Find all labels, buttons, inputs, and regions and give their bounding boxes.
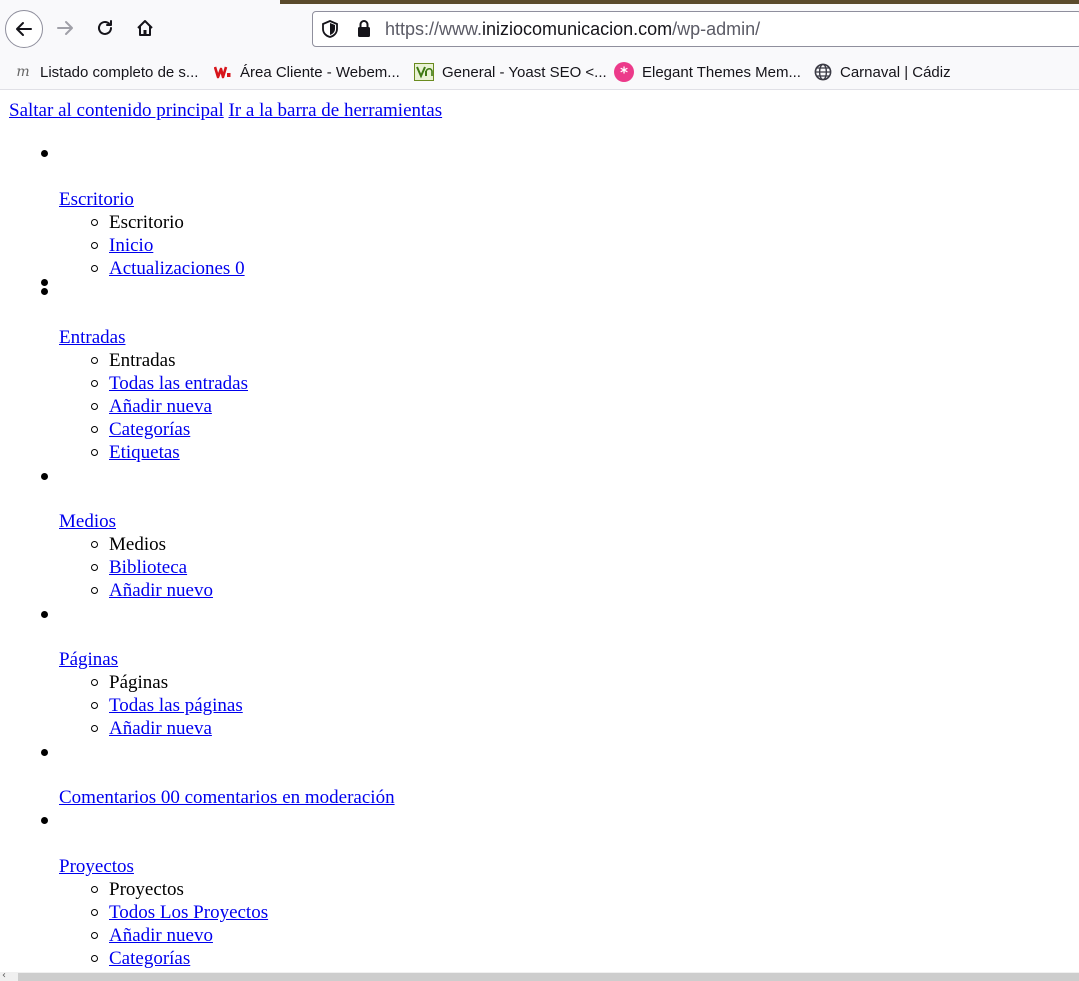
bookmark-label: Listado completo de s...	[40, 63, 199, 81]
submenu-link[interactable]: Categorías	[109, 948, 190, 970]
menu-bullet	[41, 288, 48, 295]
submenu-header: Escritorio	[109, 212, 184, 233]
submenu-link[interactable]: Todos Los Proyectos	[109, 902, 268, 924]
submenu-bullet	[91, 265, 98, 272]
submenu-link[interactable]: Añadir nuevo	[109, 580, 213, 602]
menu-bullet	[41, 150, 48, 157]
svg-text:*: *	[620, 64, 628, 82]
submenu-bullet	[91, 426, 98, 433]
m-script-icon: m	[16, 64, 30, 80]
submenu-header: Entradas	[109, 350, 176, 371]
submenu-bullet	[91, 725, 98, 732]
menu-item-proyectos[interactable]: Proyectos	[59, 856, 134, 878]
bookmark-item[interactable]: Área Cliente - Webem...	[214, 58, 400, 86]
submenu-link[interactable]: Todas las entradas	[109, 373, 248, 395]
submenu-bullet	[91, 357, 98, 364]
scrollbar-thumb[interactable]	[18, 973, 1079, 981]
horizontal-scrollbar[interactable]: ‹	[0, 970, 1079, 981]
reload-button[interactable]	[86, 9, 124, 47]
submenu-header: Páginas	[109, 672, 169, 693]
bookmark-label: Área Cliente - Webem...	[240, 63, 400, 81]
window-top-stripe	[280, 0, 1079, 4]
submenu-link[interactable]: Añadir nueva	[109, 396, 212, 418]
menu-item-comentarios[interactable]: Comentarios 00 comentarios en moderación	[59, 787, 395, 809]
submenu-bullet	[91, 219, 98, 226]
submenu-link[interactable]: Etiquetas	[109, 442, 180, 464]
home-button[interactable]	[126, 9, 164, 47]
submenu-bullet	[91, 380, 98, 387]
url-text[interactable]: https://www.iniziocomunicacion.com/wp-ad…	[385, 19, 760, 39]
browser-toolbar: https://www.iniziocomunicacion.com/wp-ad…	[0, 0, 1079, 90]
bookmark-item[interactable]: General - Yoast SEO <...	[414, 58, 607, 86]
forward-button[interactable]	[46, 9, 84, 47]
menu-bullet	[41, 611, 48, 618]
submenu-bullet	[91, 449, 98, 456]
submenu-bullet	[91, 679, 98, 686]
submenu-bullet	[91, 909, 98, 916]
reload-icon	[98, 20, 112, 35]
submenu-bullet	[91, 541, 98, 548]
arrow-right-icon	[57, 21, 73, 35]
menu-bullet	[41, 473, 48, 480]
submenu-header: Medios	[109, 534, 166, 555]
url-prefix: https://www.	[385, 19, 483, 39]
bookmark-item[interactable]: Carnaval | Cádiz	[814, 58, 951, 86]
back-button[interactable]	[5, 10, 43, 48]
menu-item-entradas[interactable]: Entradas	[59, 327, 125, 349]
bookmarks-toolbar: m Listado completo de s... Área Cliente …	[0, 58, 1079, 86]
submenu-link[interactable]: Añadir nueva	[109, 718, 212, 740]
submenu-link[interactable]: Todas las páginas	[109, 695, 243, 717]
submenu-link[interactable]: Categorías	[109, 419, 190, 441]
submenu-bullet	[91, 403, 98, 410]
webempresa-icon	[214, 63, 232, 81]
submenu-link[interactable]: Añadir nuevo	[109, 925, 213, 947]
url-domain: iniziocomunicacion.com	[482, 19, 673, 39]
skip-to-toolbar-link[interactable]: Ir a la barra de herramientas	[228, 100, 442, 121]
address-bar[interactable]: https://www.iniziocomunicacion.com/wp-ad…	[312, 11, 1079, 47]
home-icon	[137, 20, 153, 36]
skip-links: Saltar al contenido principal Ir a la ba…	[9, 100, 442, 122]
bookmark-label: Carnaval | Cádiz	[840, 63, 951, 81]
submenu-bullet	[91, 702, 98, 709]
bookmark-label: Elegant Themes Mem...	[642, 63, 801, 81]
wp-admin-page: Saltar al contenido principal Ir a la ba…	[0, 89, 1079, 972]
submenu-bullet	[91, 932, 98, 939]
yoast-icon	[414, 63, 434, 81]
menu-item-medios[interactable]: Medios	[59, 511, 116, 533]
bookmark-label: General - Yoast SEO <...	[442, 63, 607, 81]
skip-to-content-link[interactable]: Saltar al contenido principal	[9, 100, 224, 121]
submenu-bullet	[91, 587, 98, 594]
bookmark-item[interactable]: m Listado completo de s...	[14, 58, 198, 86]
arrow-left-icon	[16, 22, 32, 36]
menu-bullet	[41, 749, 48, 756]
submenu-link[interactable]: Inicio	[109, 235, 153, 257]
submenu-link[interactable]: Biblioteca	[109, 557, 187, 579]
submenu-bullet	[91, 955, 98, 962]
submenu-bullet	[91, 564, 98, 571]
menu-item-escritorio[interactable]: Escritorio	[59, 189, 134, 211]
menu-item-paginas[interactable]: Páginas	[59, 649, 118, 671]
lock-icon[interactable]	[356, 19, 372, 39]
shield-icon[interactable]	[321, 19, 339, 39]
url-path: /wp-admin/	[672, 19, 761, 39]
submenu-link[interactable]: Actualizaciones 0	[109, 258, 245, 280]
bookmark-item[interactable]: * Elegant Themes Mem...	[614, 58, 801, 86]
submenu-header: Proyectos	[109, 879, 184, 900]
globe-icon	[814, 63, 832, 81]
submenu-bullet	[91, 242, 98, 249]
scroll-left-arrow-icon[interactable]: ‹	[2, 970, 6, 981]
submenu-bullet	[91, 886, 98, 893]
menu-separator-bullet	[41, 279, 48, 286]
elegant-themes-icon: *	[614, 62, 634, 82]
menu-bullet	[41, 817, 48, 824]
